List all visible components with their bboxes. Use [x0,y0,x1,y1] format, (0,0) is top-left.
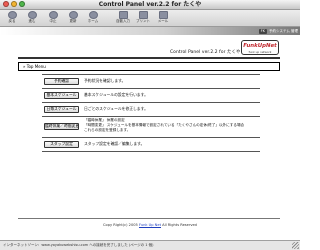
mail-icon [158,11,168,19]
copyright-prefix: Copy Right(c) 2005 [103,223,138,227]
basic-schedule-button[interactable]: 基本スケジュール [44,92,79,99]
footer-divider [18,218,280,219]
copyright-suffix: All Rights Reserved [162,223,197,227]
funkupnet-logo[interactable]: FunkUpNet funk up network [241,40,279,55]
breadcrumb-text: » Top Menu [23,64,46,69]
mail-button[interactable]: メール [154,11,172,24]
autofill-button[interactable]: 自動入力 [114,11,132,24]
home-button[interactable]: ホーム [84,11,102,24]
logo-subtext: funk up network [248,49,272,54]
refresh-button[interactable]: 更新 [64,11,82,24]
stop-label: 中止 [49,19,57,23]
back-arrow-icon [7,11,17,19]
window-title: Control Panel ver.2.2 for たくや [98,1,202,8]
staff-settings-desc: スタッフ設定を確認／編集します。 [84,141,145,146]
browser-toolbar: 戻る 進む 中止 更新 ホーム 自動入力 プリント メール [0,10,300,27]
stop-button[interactable]: 中止 [44,11,62,24]
site-banner: FK 予約システム 管理 [0,27,300,35]
closure-desc-line-3: これらの設定を登録します。 [84,128,131,132]
logo-text: FunkUpNet [243,43,277,49]
breadcrumb: » Top Menu [18,62,280,71]
forward-arrow-icon [27,11,37,19]
daily-schedule-button[interactable]: 日毎スケジュール [44,106,79,113]
home-label: ホーム [87,19,99,23]
mail-label: メール [157,19,169,23]
menu-row-daily-schedule: 日毎スケジュール 日ごとのスケジュールを修正します。 [42,103,260,117]
status-bar: インターネットゾーン：www.yoyakuwebshisu.com への接続を完… [0,240,300,250]
title-bar: Control Panel ver.2.2 for たくや [0,0,300,10]
status-text: インターネットゾーン：www.yoyakuwebshisu.com への接続を完… [3,243,154,247]
banner-right: FK 予約システム 管理 [258,27,298,35]
page-content: FK 予約システム 管理 Control Panel ver.2.2 for た… [0,27,300,240]
resize-grip[interactable] [292,242,299,249]
menu-row-closure: 臨時休業／時間変更 「臨時休業」 休業の設定 「時間変更」 スケジュールを基本情… [42,117,260,138]
refresh-label: 更新 [69,19,77,23]
print-button[interactable]: プリント [134,11,152,24]
closure-time-change-button[interactable]: 臨時休業／時間変更 [44,123,79,130]
menu-row-staff: スタッフ設定 スタッフ設定を確認／編集します。 [42,138,260,152]
menu-row-basic-schedule: 基本スケジュール 基本スケジュールの設定を行います。 [42,89,260,103]
header-divider [18,57,280,59]
reservation-check-button[interactable]: 予約確認 [44,78,79,85]
printer-icon [138,11,148,19]
menu-row-reservation: 予約確認 予約状況を確認します。 [42,75,260,89]
daily-schedule-desc: 日ごとのスケジュールを修正します。 [84,106,148,111]
closure-time-change-desc: 「臨時休業」 休業の設定 「時間変更」 スケジュールを基本情報で設定されている「… [84,118,244,133]
menu-table: 予約確認 予約状況を確認します。 基本スケジュール 基本スケジュールの設定を行い… [42,74,260,152]
forward-label: 進む [28,19,36,23]
reservation-check-desc: 予約状況を確認します。 [84,78,126,83]
page-title: Control Panel ver.2.2 for たくや [170,50,241,55]
banner-badge: FK [258,28,267,34]
print-label: プリント [136,19,150,23]
home-icon [88,11,98,19]
stop-icon [48,11,58,19]
browser-window: Control Panel ver.2.2 for たくや 戻る 進む 中止 更… [0,0,300,250]
basic-schedule-desc: 基本スケジュールの設定を行います。 [84,92,148,97]
copyright-notice: Copy Right(c) 2005 Funk Up Net All Right… [0,223,300,227]
back-button[interactable]: 戻る [3,11,21,24]
staff-settings-button[interactable]: スタッフ設定 [44,141,79,148]
autofill-icon [118,11,128,19]
forward-button[interactable]: 進む [23,11,41,24]
refresh-icon [68,11,78,19]
autofill-label: 自動入力 [116,19,130,23]
banner-text: 予約システム 管理 [268,28,298,33]
funkupnet-link[interactable]: Funk Up Net [139,223,161,227]
back-label: 戻る [8,19,16,23]
